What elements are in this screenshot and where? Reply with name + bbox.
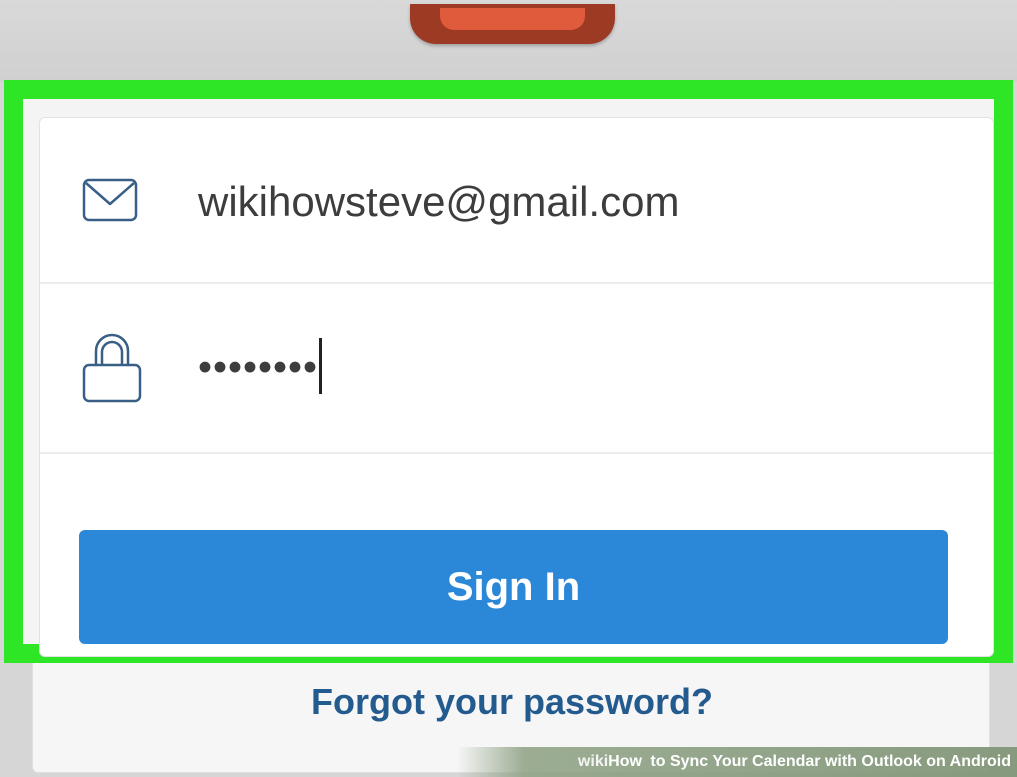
watermark-title: to Sync Your Calendar with Outlook on An… — [650, 753, 1011, 770]
wikihow-watermark: wikiHow to Sync Your Calendar with Outlo… — [457, 747, 1017, 777]
forgot-password-link[interactable]: Forgot your password? — [33, 681, 991, 723]
email-field-row[interactable]: wikihowsteve@gmail.com — [40, 118, 993, 284]
text-caret — [319, 338, 323, 394]
sign-in-button[interactable]: Sign In — [79, 530, 948, 644]
top-background — [0, 0, 1017, 82]
app-logo — [410, 4, 615, 44]
envelope-icon — [82, 178, 138, 227]
password-masked-text: •••••••• — [198, 345, 319, 390]
lock-icon — [82, 331, 142, 408]
login-form: wikihowsteve@gmail.com •••••••• Sign In — [39, 117, 994, 657]
password-field-row[interactable]: •••••••• — [40, 284, 993, 454]
highlight-frame: wikihowsteve@gmail.com •••••••• Sign In — [4, 80, 1013, 663]
watermark-brand: wikiHow — [577, 753, 642, 770]
email-input[interactable]: wikihowsteve@gmail.com — [198, 178, 679, 226]
password-input[interactable]: •••••••• — [198, 338, 323, 398]
